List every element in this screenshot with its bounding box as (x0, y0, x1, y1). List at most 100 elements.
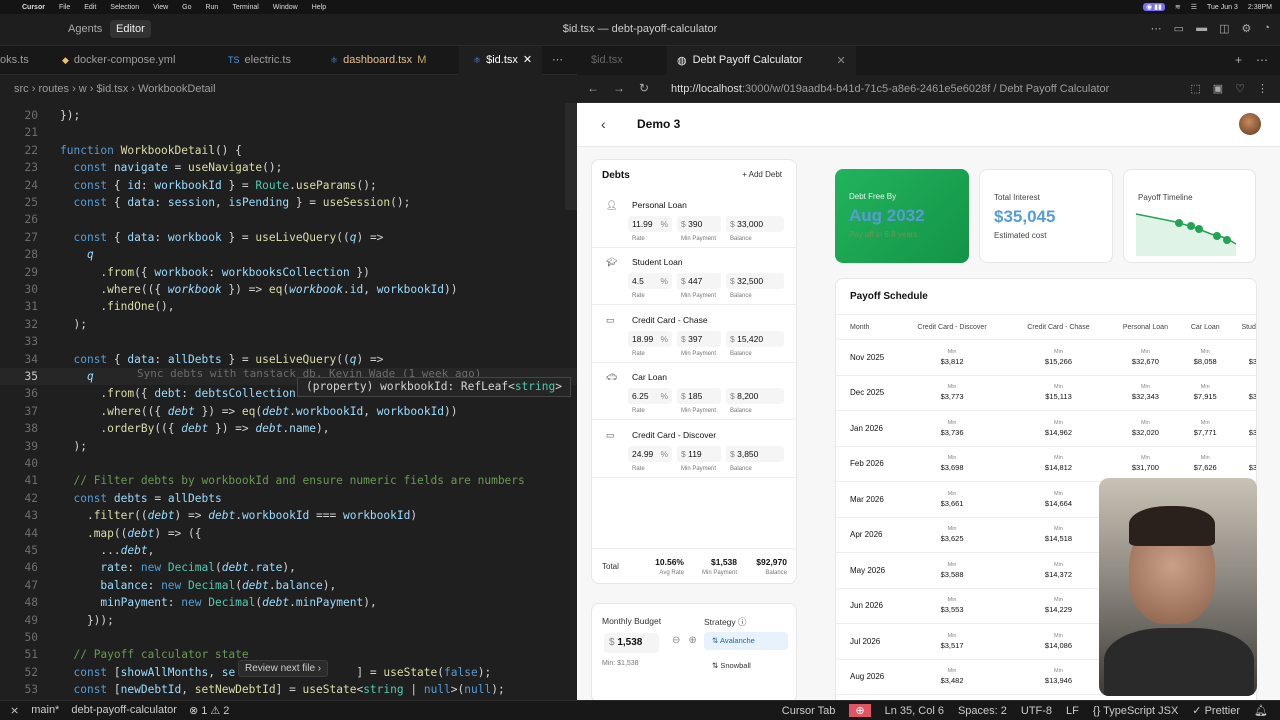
min-payment-label: Min Payment (681, 465, 717, 472)
rate-input[interactable]: 24.99% (628, 445, 672, 462)
balance-cell: Min $7,626 (1181, 446, 1229, 482)
more-actions-icon[interactable]: ⋯ (552, 53, 563, 66)
strategy-label: Strategy ⓘ (704, 617, 747, 627)
balance-input[interactable]: $ 33,000 (726, 216, 784, 232)
code-editor[interactable]: 20}); 21 22 function WorkbookDetail() { 2… (0, 103, 577, 700)
rate-input[interactable]: 11.99% (628, 216, 672, 232)
bookmark-icon[interactable]: ♡ (1235, 82, 1245, 95)
remote-icon[interactable]: ⨯ (10, 704, 19, 717)
budget-input[interactable]: $ 1,538 (604, 633, 659, 653)
avalanche-option[interactable]: ⇅ Avalanche (704, 632, 788, 650)
menu-edit[interactable]: Edit (84, 4, 96, 11)
menu-help[interactable]: Help (312, 4, 326, 11)
debt-row[interactable]: ▭ Credit Card - Chase 18.99% $ 397 $ 15,… (592, 306, 796, 363)
rate-input[interactable]: 18.99% (628, 330, 672, 347)
layout-panel-icon[interactable]: ▬ (1196, 22, 1207, 35)
git-branch[interactable]: main* (31, 704, 59, 717)
back-chevron-icon[interactable]: ‹ (601, 116, 606, 132)
balance-input[interactable]: $ 15,420 (726, 330, 784, 347)
menu-selection[interactable]: Selection (110, 4, 139, 11)
menu-terminal[interactable]: Terminal (232, 4, 258, 11)
indentation[interactable]: Spaces: 2 (958, 705, 1007, 717)
notifications-icon[interactable]: 🔔︎ (1254, 704, 1268, 717)
rate-label: Rate (632, 465, 645, 472)
min-payment-input[interactable]: $ 447 (677, 273, 721, 290)
timeline-point (1187, 222, 1195, 230)
month-cell: Apr 2026 (836, 517, 896, 553)
browser-tab-id-tsx[interactable]: $id.tsx (591, 54, 623, 66)
reload-icon[interactable]: ↻ (639, 81, 649, 95)
line-ending[interactable]: LF (1066, 705, 1079, 717)
problems[interactable]: ⊗ 1 ⚠ 2 (189, 704, 229, 717)
tab-id-tsx[interactable]: ⚛ $id.tsx ✕ (459, 46, 543, 75)
balance-input[interactable]: $ 8,200 (726, 388, 784, 405)
table-row: Feb 2026 Min $3,698 Min $14,812 Min $31,700 Min… (836, 446, 1256, 482)
more-icon[interactable]: ⋯ (1151, 22, 1162, 35)
close-icon[interactable]: ✕ (836, 54, 845, 67)
select-element-icon[interactable]: ⬚ (1190, 82, 1200, 95)
close-icon[interactable]: ✕ (523, 46, 532, 75)
add-debt-button[interactable]: + Add Debt (742, 170, 782, 179)
zoom-icon[interactable]: ⊕ (849, 704, 871, 717)
balance-cell: Min $3,698 (896, 446, 1009, 482)
avatar[interactable] (1239, 113, 1261, 135)
more-icon[interactable]: ⋯ (1256, 53, 1268, 67)
minus-icon[interactable]: ⊖ (672, 635, 688, 646)
menu-window[interactable]: Window (273, 4, 298, 11)
min-payment-input[interactable]: $ 119 (677, 445, 721, 462)
tab-oks-ts[interactable]: oks.ts (0, 46, 29, 75)
debt-free-label: Debt Free By (849, 192, 897, 201)
interest-label: Total Interest (994, 193, 1040, 202)
tab-electric-ts[interactable]: TS electric.ts (228, 46, 291, 75)
address-bar: ← → ↻ http://localhost:3000/w/019aadb4-b41… (577, 75, 1280, 103)
snowball-option[interactable]: ⇅ Snowball (704, 657, 788, 675)
rate-label: Rate (632, 408, 645, 415)
menu-app[interactable]: Cursor (22, 4, 45, 11)
menu-go[interactable]: Go (182, 4, 191, 11)
forward-icon[interactable]: → (613, 81, 625, 95)
more-icon[interactable]: ⋮ (1257, 82, 1268, 95)
back-icon[interactable]: ← (587, 81, 599, 95)
menu-view[interactable]: View (153, 4, 168, 11)
rate-input[interactable]: 4.5% (628, 273, 672, 290)
scrollbar[interactable] (565, 103, 577, 210)
min-payment-input[interactable]: $ 397 (677, 330, 721, 347)
review-next-file-button[interactable]: Review next file › (238, 660, 329, 677)
debt-row[interactable]: 🚗︎ Car Loan 6.25% $ 185 $ 8,200 Rate Min… (592, 363, 796, 421)
column-header: Personal Loan (1108, 314, 1182, 340)
debts-total-row: Total 10.56% Avg Rate $1,538 Min Payment $… (592, 548, 796, 584)
browser-tab-debt-payoff[interactable]: ◍ Debt Payoff Calculator ✕ (667, 46, 856, 75)
column-header: Credit Card - Discover (896, 314, 1009, 340)
balance-input[interactable]: $ 32,500 (726, 273, 784, 290)
language-mode[interactable]: {} TypeScript JSX (1093, 705, 1178, 717)
cursor-tab-status[interactable]: Cursor Tab (782, 705, 836, 717)
menu-file[interactable]: File (59, 4, 70, 11)
repo-name[interactable]: debt-payoff-calculator (71, 704, 177, 717)
debt-row[interactable]: ▭ Credit Card - Discover 24.99% $ 119 $ … (592, 421, 796, 478)
settings-icon[interactable]: ⚙ (1241, 22, 1251, 35)
debt-row[interactable]: 👤︎ Personal Loan 11.99% $ 390 $ 33,000 R… (592, 191, 796, 248)
balance-input[interactable]: $ 3,850 (726, 445, 784, 462)
debt-row[interactable]: 🎓︎ Student Loan 4.5% $ 447 $ 32,500 Rate… (592, 248, 796, 306)
layout-split-icon[interactable]: ◫ (1219, 22, 1229, 35)
min-payment-input[interactable]: $ 185 (677, 388, 721, 405)
rate-input[interactable]: 6.25% (628, 388, 672, 405)
recording-icon[interactable]: ◉ ▮▮ (1143, 3, 1165, 11)
url-field[interactable]: http://localhost:3000/w/019aadb4-b41d-71… (671, 83, 1109, 95)
tab-docker-compose[interactable]: ◆ docker-compose.yml (62, 46, 175, 75)
plus-icon[interactable]: ⊕ (688, 635, 704, 646)
breadcrumb[interactable]: src › routes › w › $id.tsx › WorkbookDet… (0, 75, 577, 103)
min-payment-input[interactable]: $ 390 (677, 216, 721, 232)
wifi-icon[interactable]: ≋ (1175, 3, 1181, 11)
tab-dashboard-tsx[interactable]: ⚛ dashboard.tsx M (330, 46, 426, 75)
debt-name: Student Loan (632, 257, 683, 268)
layout-sidebar-icon[interactable]: ▭ (1174, 22, 1184, 35)
control-center-icon[interactable]: ☰ (1191, 3, 1197, 11)
new-tab-icon[interactable]: + (1235, 53, 1242, 67)
cursor-position[interactable]: Ln 35, Col 6 (885, 705, 944, 717)
menu-run[interactable]: Run (205, 4, 218, 11)
prettier-status[interactable]: ✓ Prettier (1192, 704, 1240, 717)
encoding[interactable]: UTF-8 (1021, 705, 1052, 717)
account-icon[interactable]: ◔ (1263, 22, 1270, 35)
screenshot-icon[interactable]: ▣ (1213, 82, 1223, 95)
